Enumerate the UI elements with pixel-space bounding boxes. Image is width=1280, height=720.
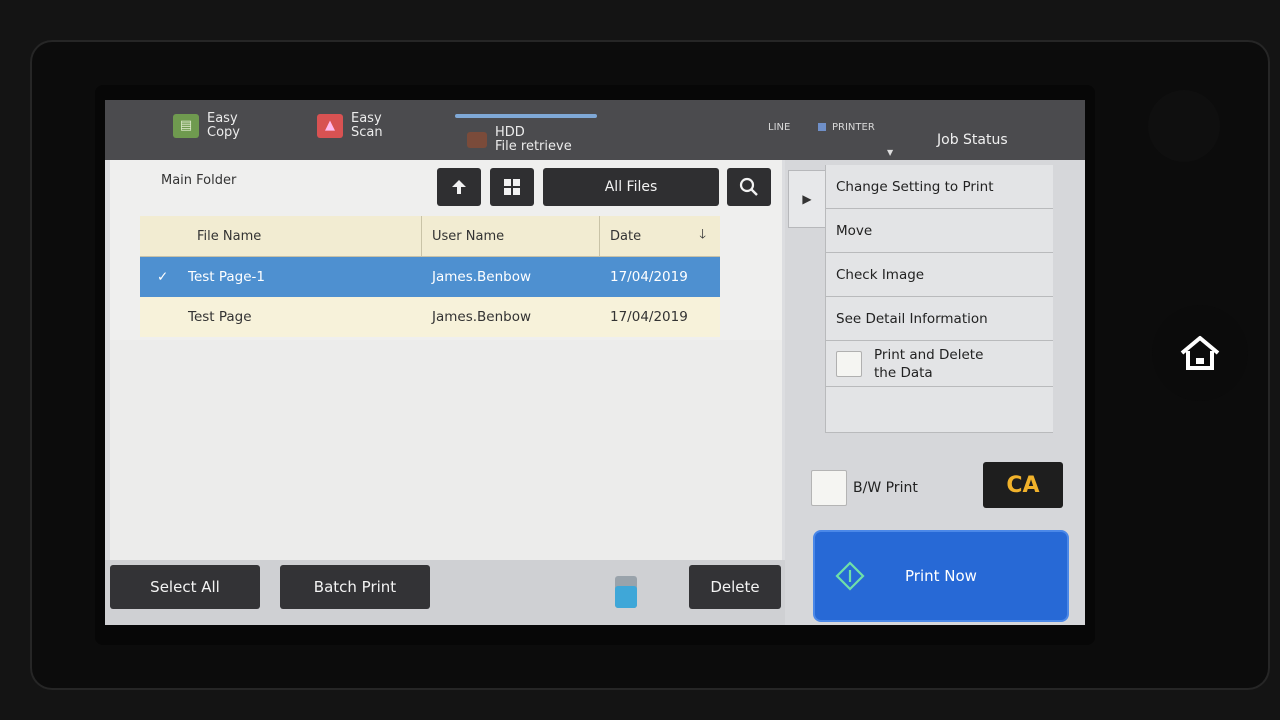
- search-icon: [739, 177, 758, 196]
- collapse-pane-button[interactable]: ▶: [788, 170, 826, 228]
- clear-all-button[interactable]: CA: [983, 462, 1063, 508]
- line-indicator: LINE: [768, 122, 791, 133]
- date-cell: 17/04/2019: [610, 269, 688, 285]
- touch-screen: ▤ Easy Copy ▲ Easy Scan HDD File retriev…: [105, 100, 1085, 625]
- change-setting-to-print-item[interactable]: Change Setting to Print: [825, 165, 1053, 209]
- file-list-empty-area: [110, 340, 782, 560]
- easy-scan-label: Easy Scan: [351, 112, 383, 140]
- hdd-label: HDD File retrieve: [495, 126, 572, 154]
- home-button[interactable]: [1152, 305, 1248, 401]
- printer-label: PRINTER: [832, 122, 875, 133]
- batch-print-button[interactable]: Batch Print: [280, 565, 430, 609]
- energy-save-button[interactable]: [1148, 90, 1220, 162]
- home-icon: [1180, 336, 1220, 370]
- date-header-label: Date: [610, 228, 642, 244]
- print-and-delete-item[interactable]: Print and Delete the Data: [825, 341, 1053, 387]
- delete-button[interactable]: Delete: [689, 565, 781, 609]
- print-now-label: Print Now: [905, 567, 977, 585]
- scan-icon: ▲: [317, 114, 343, 138]
- print-and-delete-checkbox[interactable]: [836, 350, 862, 377]
- empty-menu-slot: [825, 387, 1053, 433]
- see-detail-information-item[interactable]: See Detail Information: [825, 297, 1053, 341]
- job-status-button[interactable]: Job Status: [937, 132, 1008, 148]
- search-button[interactable]: [727, 168, 771, 206]
- copy-icon: ▤: [173, 114, 199, 138]
- easy-copy-line2: Copy: [207, 125, 240, 140]
- move-item[interactable]: Move: [825, 209, 1053, 253]
- select-all-button[interactable]: Select All: [110, 565, 260, 609]
- printer-indicator: PRINTER: [818, 122, 875, 133]
- bw-print-option[interactable]: B/W Print: [811, 470, 918, 506]
- print-and-delete-line1: Print and Delete: [874, 346, 984, 363]
- easy-scan-line2: Scan: [351, 125, 383, 140]
- table-header: File Name User Name Date 🡓: [140, 216, 720, 257]
- easy-copy-shortcut[interactable]: ▤ Easy Copy: [173, 112, 240, 140]
- hdd-line1: HDD: [495, 125, 525, 140]
- start-diamond-icon: [835, 561, 865, 591]
- date-cell: 17/04/2019: [610, 309, 688, 325]
- table-row[interactable]: ✓ Test Page-1 James.Benbow 17/04/2019: [140, 257, 720, 297]
- action-menu: Change Setting to Print Move Check Image…: [825, 165, 1053, 433]
- file-filter-dropdown[interactable]: All Files: [543, 168, 719, 206]
- user-name-header[interactable]: User Name: [422, 216, 600, 256]
- easy-copy-line1: Easy: [207, 111, 238, 126]
- storage-usage-icon: [615, 576, 637, 608]
- bw-print-label: B/W Print: [853, 480, 918, 496]
- user-name-cell: James.Benbow: [432, 309, 532, 325]
- print-now-button[interactable]: Print Now: [813, 530, 1069, 622]
- top-bar: ▤ Easy Copy ▲ Easy Scan HDD File retriev…: [105, 100, 1085, 160]
- file-name-cell: Test Page: [188, 309, 252, 325]
- sort-descending-icon: 🡓: [699, 227, 706, 242]
- hdd-file-retrieve-tab[interactable]: HDD File retrieve: [467, 126, 572, 154]
- thumbnail-view-button[interactable]: [490, 168, 534, 206]
- hdd-icon: [467, 132, 487, 148]
- file-table: File Name User Name Date 🡓 ✓ Test Page-1…: [140, 216, 720, 337]
- status-dropdown-icon[interactable]: ▼: [887, 148, 893, 157]
- printer-status-icon: [818, 123, 826, 131]
- checkmark-icon: ✓: [157, 269, 169, 285]
- parent-folder-button[interactable]: [437, 168, 481, 206]
- play-arrow-icon: ▶: [802, 192, 812, 206]
- hdd-line2: File retrieve: [495, 139, 572, 154]
- easy-copy-label: Easy Copy: [207, 112, 240, 140]
- check-image-item[interactable]: Check Image: [825, 253, 1053, 297]
- active-tab-indicator: [455, 114, 597, 118]
- file-name-header[interactable]: File Name: [140, 216, 422, 256]
- date-header[interactable]: Date 🡓: [600, 216, 720, 256]
- print-and-delete-line2: the Data: [874, 364, 933, 381]
- table-row[interactable]: Test Page James.Benbow 17/04/2019: [140, 297, 720, 337]
- file-name-cell: Test Page-1: [188, 269, 266, 285]
- grid-icon: [504, 179, 520, 195]
- print-and-delete-label: Print and Delete the Data: [874, 346, 983, 382]
- current-folder-label: Main Folder: [161, 173, 237, 188]
- easy-scan-line1: Easy: [351, 111, 382, 126]
- user-name-cell: James.Benbow: [432, 269, 532, 285]
- arrow-up-icon: [452, 180, 466, 194]
- bw-print-checkbox[interactable]: [811, 470, 847, 506]
- easy-scan-shortcut[interactable]: ▲ Easy Scan: [317, 112, 383, 140]
